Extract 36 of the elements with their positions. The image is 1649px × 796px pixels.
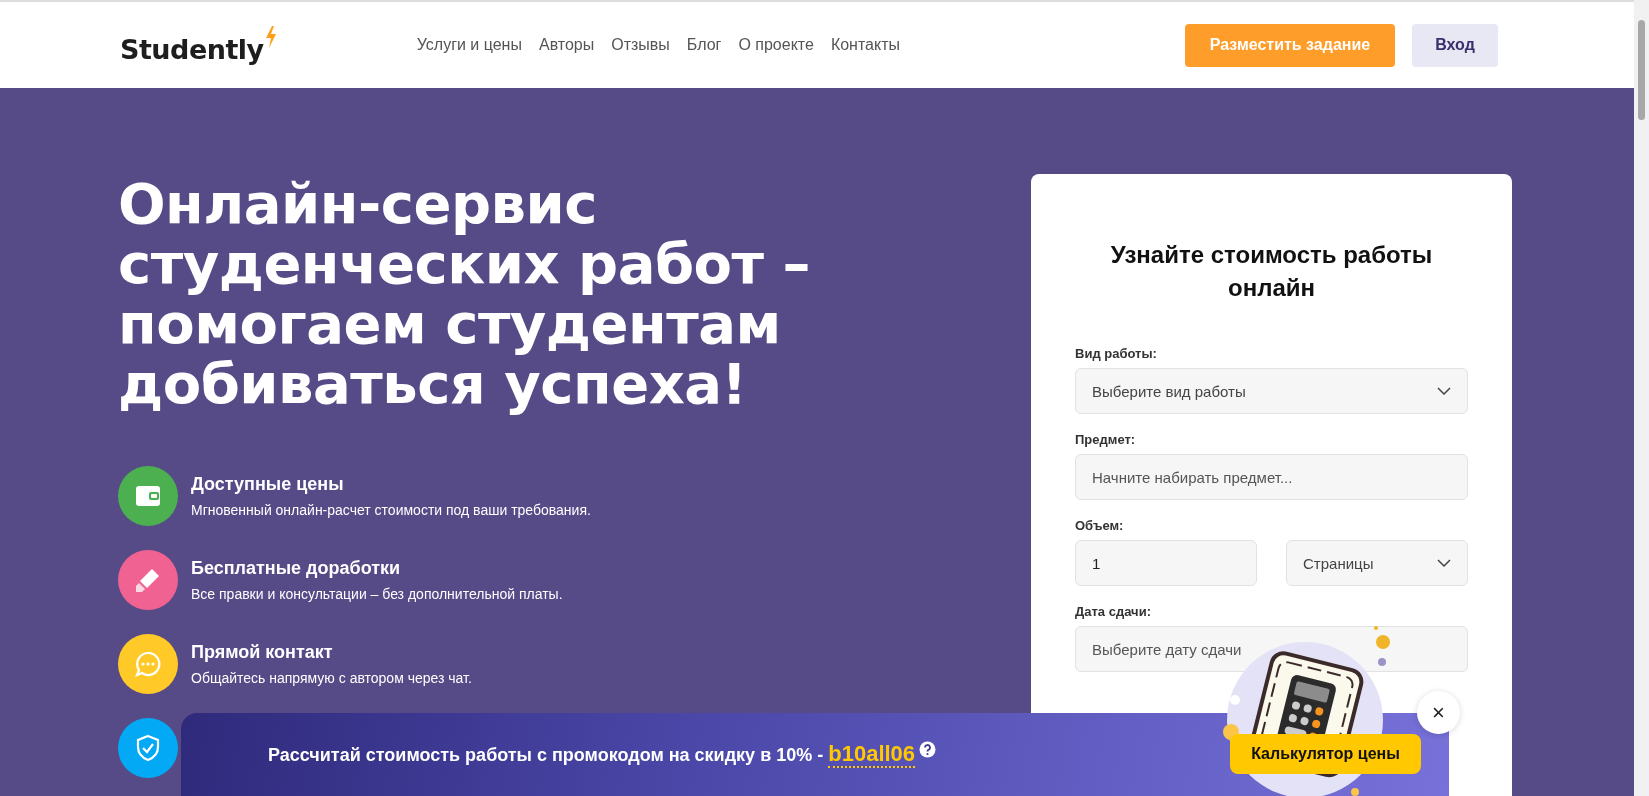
marker-icon: [134, 566, 162, 594]
feature-description: Все правки и консультации – без дополнительной платы.: [191, 586, 563, 602]
nav-link[interactable]: Отзывы: [611, 36, 670, 54]
shield-check-icon: [135, 734, 161, 762]
feature-title: Бесплатные доработки: [191, 558, 402, 579]
nav-link[interactable]: Блог: [686, 36, 722, 54]
input-field[interactable]: Начните набирать предмет...: [1075, 454, 1468, 500]
nav-link[interactable]: Услуги и цены: [416, 36, 522, 54]
nav-link[interactable]: Авторы: [538, 36, 595, 54]
field-label: Объем:: [1075, 518, 1125, 533]
nav-link[interactable]: О проекте: [738, 36, 814, 54]
feature-title: Прямой контакт: [191, 642, 334, 663]
form-title: Узнайте стоимость работы онлайн: [1109, 240, 1434, 303]
lightning-icon: [264, 25, 277, 48]
chat-icon: [134, 650, 162, 678]
work-type-select[interactable]: Выберите вид работы: [1075, 368, 1468, 414]
chevron-down-icon: [1437, 387, 1451, 395]
feature-description: Мгновенный онлайн-расчет стоимости под ваши требования.: [191, 502, 591, 518]
field-label: Дата сдачи:: [1075, 604, 1152, 619]
login-button[interactable]: Вход: [1412, 23, 1498, 67]
logo[interactable]: Studently: [120, 25, 277, 65]
feature-title: Доступные цены: [191, 474, 345, 495]
field-label: Предмет:: [1075, 432, 1137, 447]
promo-code[interactable]: b10all06: [828, 741, 916, 768]
chevron-down-icon: [1437, 559, 1451, 567]
price-calculator-button[interactable]: Калькулятор цены: [1230, 734, 1421, 774]
scrollbar[interactable]: [1634, 0, 1649, 796]
help-icon[interactable]: [919, 740, 937, 758]
wallet-icon: [135, 485, 161, 507]
feature-description: Общайтесь напрямую с автором через чат.: [191, 670, 472, 686]
nav-link[interactable]: Контакты: [830, 36, 900, 54]
promo-text: Рассчитай стоимость работы с промокодом на скидку в 10% - b10all06: [268, 741, 916, 767]
field-label: Вид работы:: [1075, 346, 1158, 361]
unit-select[interactable]: Страницы: [1286, 540, 1468, 586]
hero-title: Онлайн-сервис студенческих работ – помогаем студентам добиваться успеха!: [118, 174, 810, 414]
volume-input[interactable]: 1: [1075, 540, 1257, 586]
